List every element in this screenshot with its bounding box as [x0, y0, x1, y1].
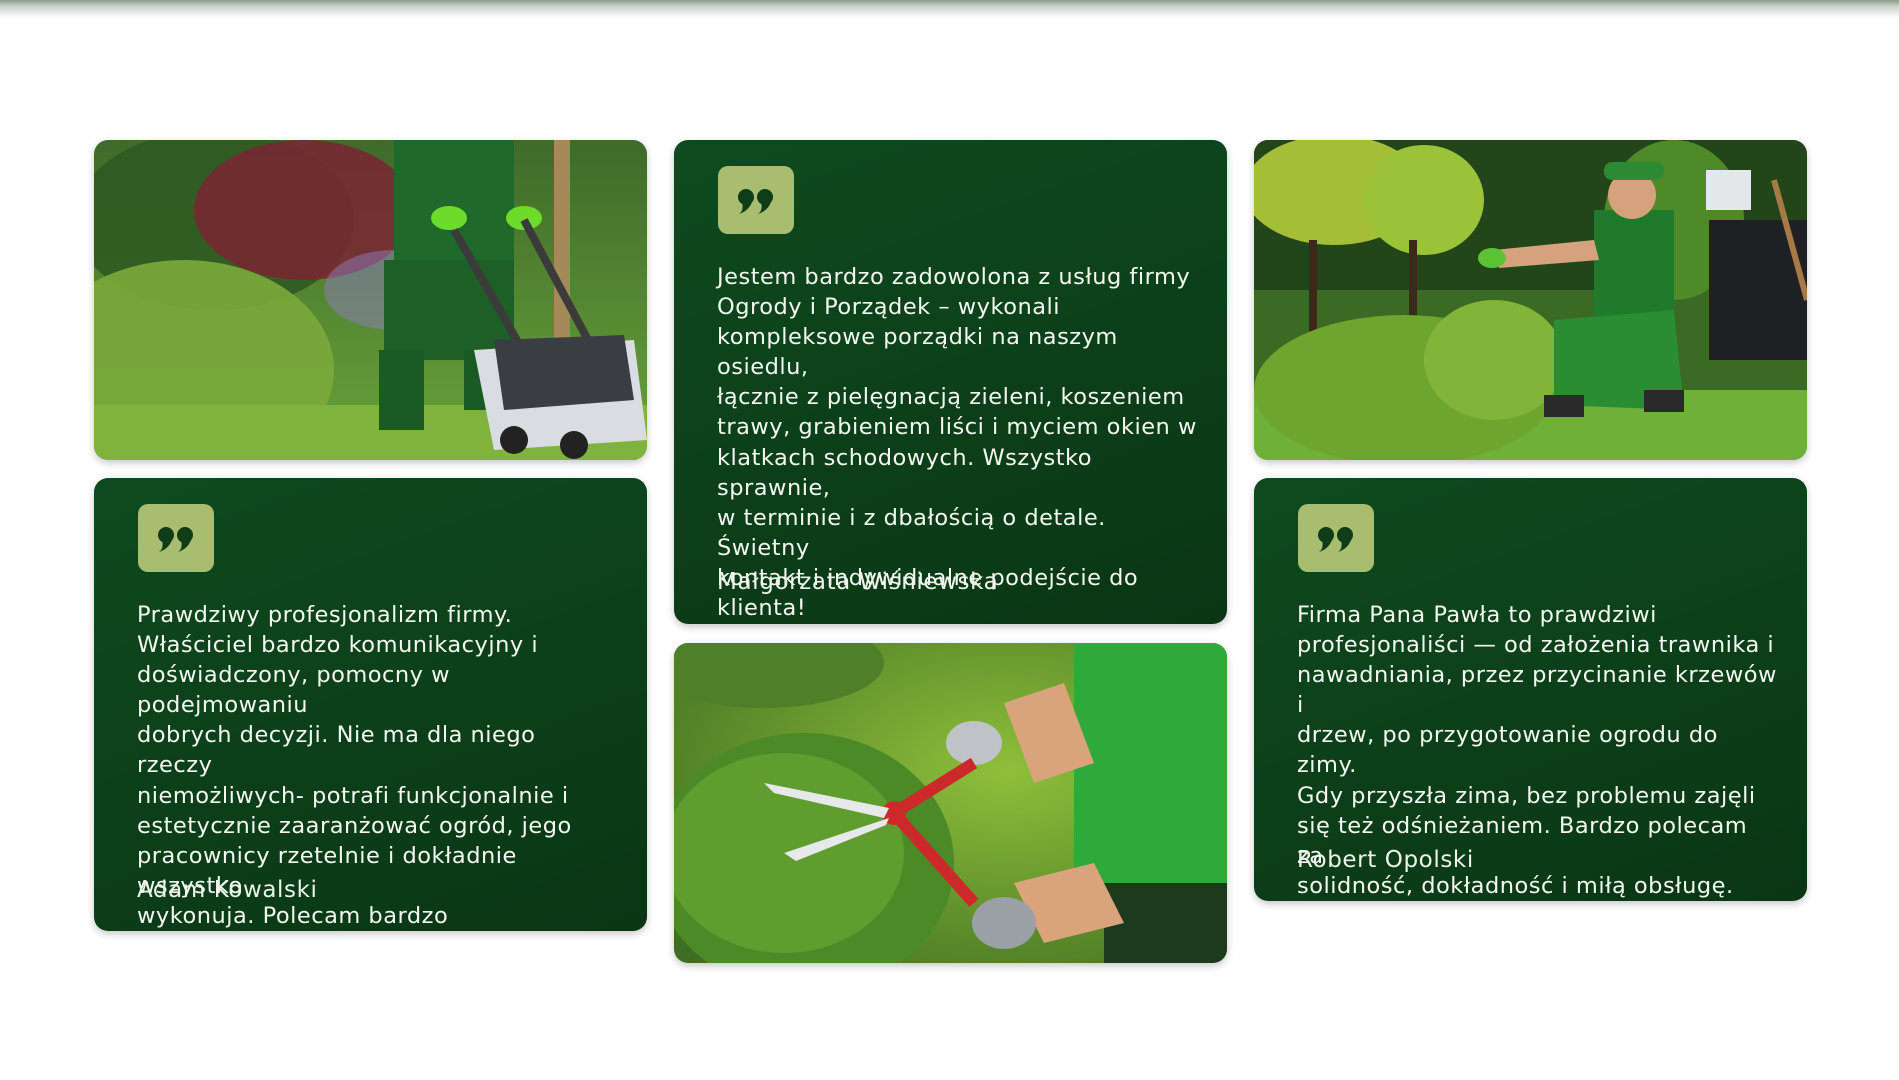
photo-lawn-mower	[94, 140, 647, 460]
quote-badge	[1298, 504, 1374, 572]
testimonial-card-adam: Prawdziwy profesjonalizm firmy. Właścici…	[94, 478, 647, 931]
photo-hedge-shears	[674, 643, 1227, 963]
testimonial-card-robert: Firma Pana Pawła to prawdziwi profesjona…	[1254, 478, 1807, 901]
testimonial-author: Adam Kowalski	[137, 877, 318, 903]
quote-icon	[738, 189, 773, 214]
quote-badge	[718, 166, 794, 234]
quote-icon	[158, 527, 193, 552]
testimonial-author: Małgorzata Wiśniewska	[717, 569, 999, 595]
quote-icon	[1318, 527, 1353, 552]
quote-badge	[138, 504, 214, 572]
photo-hedge-trimming	[1254, 140, 1807, 460]
testimonial-card-malgorzata: Jestem bardzo zadowolona z usług firmy O…	[674, 140, 1227, 624]
testimonial-author: Robert Opolski	[1297, 847, 1474, 873]
top-shadow-bar	[0, 0, 1899, 18]
